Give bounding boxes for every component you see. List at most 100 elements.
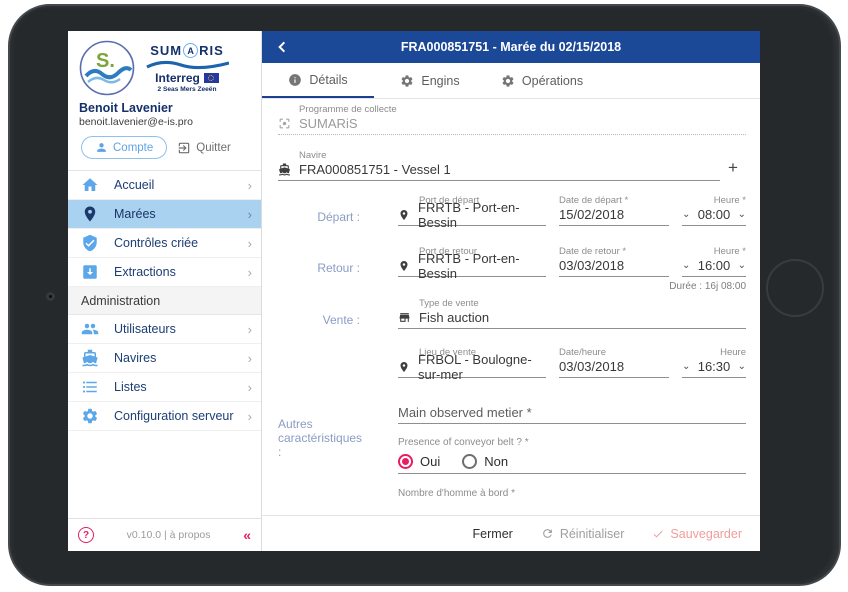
exit-icon	[177, 141, 191, 155]
gear-icon	[501, 74, 515, 88]
radio-selected-icon	[398, 453, 413, 469]
home-icon	[81, 176, 99, 194]
radio-unselected-icon	[462, 453, 478, 469]
account-button[interactable]: Compte	[81, 136, 168, 159]
tablet-camera	[46, 292, 55, 301]
person-icon	[95, 141, 108, 154]
sidebar-item-utilisateurs[interactable]: Utilisateurs ›	[68, 315, 261, 344]
chevron-down-icon[interactable]: ⌄	[738, 361, 746, 372]
wave-icon	[146, 60, 229, 70]
sumaris-logo: SUM A RIS Interreg 2 Seas Mers Zeeën	[141, 40, 233, 93]
check-icon	[652, 528, 664, 540]
gear-icon	[81, 407, 99, 425]
sidebar-item-listes[interactable]: Listes ›	[68, 373, 261, 402]
people-icon	[81, 320, 99, 338]
trip-form: Programme de collecte SUMARiS Navire FRA…	[262, 99, 760, 515]
app-screen: S. SUM A RIS Interreg 2 Seas Mers Zeeën …	[68, 31, 760, 551]
return-date-input[interactable]: 03/03/2018	[559, 257, 669, 277]
other-features-label: Autres caractéristiques :	[278, 417, 363, 459]
chevron-down-icon[interactable]: ⌄	[738, 209, 746, 220]
return-time-input[interactable]: ⌄ 16:00 ⌄	[682, 257, 746, 277]
focus-icon	[278, 117, 291, 130]
store-icon	[398, 311, 411, 324]
return-row: Retour : Port de retour FRRTB - Port-en-…	[278, 246, 746, 281]
sidebar: S. SUM A RIS Interreg 2 Seas Mers Zeeën …	[68, 31, 262, 551]
brand-text: RIS	[199, 43, 224, 58]
add-vessel-button[interactable]: +	[720, 158, 746, 181]
departure-time-input[interactable]: ⌄ 08:00 ⌄	[682, 206, 746, 226]
user-name: Benoit Lavenier	[79, 101, 173, 115]
logout-button[interactable]: Quitter	[175, 137, 233, 159]
profile-block: S. SUM A RIS Interreg 2 Seas Mers Zeeën …	[68, 31, 261, 170]
radio-oui[interactable]: Oui	[398, 453, 440, 469]
sale-place-input[interactable]: FRBOL - Boulogne-sur-mer	[398, 352, 546, 382]
departure-date-input[interactable]: 15/02/2018	[559, 206, 669, 226]
app-version[interactable]: v0.10.0 | à propos	[94, 529, 243, 541]
eu-flag-icon	[203, 73, 219, 83]
list-icon	[81, 378, 99, 396]
sidebar-item-controles-criee[interactable]: Contrôles criée ›	[68, 229, 261, 258]
help-icon[interactable]: ?	[78, 527, 94, 543]
sidebar-item-configuration-serveur[interactable]: Configuration serveur ›	[68, 402, 261, 431]
pin-icon	[398, 361, 410, 373]
sidebar-item-accueil[interactable]: Accueil ›	[68, 171, 261, 200]
page-title: FRA000851751 - Marée du 02/15/2018	[400, 40, 622, 54]
sale-date-input[interactable]: 03/03/2018	[559, 358, 669, 378]
chevron-right-icon: ›	[247, 264, 252, 280]
toolbar: FRA000851751 - Marée du 02/15/2018	[262, 31, 760, 63]
chevron-down-icon[interactable]: ⌄	[682, 209, 690, 220]
departure-row-label: Départ :	[317, 210, 360, 224]
tab-engins[interactable]: Engins	[374, 63, 486, 98]
chevron-down-icon[interactable]: ⌄	[738, 260, 746, 271]
gear-icon	[400, 74, 414, 88]
pin-icon	[398, 209, 410, 221]
sidebar-footer: ? v0.10.0 | à propos «	[68, 518, 261, 551]
save-button[interactable]: Sauvegarder	[652, 527, 742, 541]
sale-type-input[interactable]: Fish auction	[398, 309, 746, 329]
pin-icon	[398, 260, 410, 272]
user-email: benoit.lavenier@e-is.pro	[79, 116, 193, 128]
pin-icon	[81, 205, 99, 223]
crew-count-label: Nombre d'homme à bord *	[398, 488, 515, 499]
sidebar-item-extractions[interactable]: Extractions ›	[68, 258, 261, 287]
departure-port-input[interactable]: FRRTB - Port-en-Bessin	[398, 200, 546, 230]
other-features-row: Autres caractéristiques : Main observed …	[278, 404, 746, 499]
sidebar-menu: Accueil › Marées › Contrôles criée › Ext…	[68, 170, 261, 431]
back-chevron-icon	[278, 41, 286, 53]
brand-a-badge: A	[183, 43, 199, 58]
chevron-down-icon[interactable]: ⌄	[682, 361, 690, 372]
admin-section-header: Administration	[68, 287, 261, 315]
vessel-label: Navire	[299, 150, 327, 161]
return-row-label: Retour :	[317, 261, 360, 275]
interreg-label: Interreg	[155, 71, 200, 85]
tab-operations[interactable]: Opérations	[486, 63, 598, 98]
chevron-right-icon: ›	[247, 408, 252, 424]
sale-time-input[interactable]: ⌄ 16:30 ⌄	[682, 358, 746, 378]
tablet-ring-detail	[766, 259, 824, 317]
metier-input[interactable]: Main observed metier *	[398, 404, 746, 424]
chevron-right-icon: ›	[247, 321, 252, 337]
reset-button[interactable]: Réinitialiser	[541, 527, 624, 541]
info-icon	[288, 73, 302, 87]
sidebar-item-navires[interactable]: Navires ›	[68, 344, 261, 373]
close-button[interactable]: Fermer	[473, 527, 513, 541]
sale-type-row: Vente : Type de vente Fish auction	[278, 298, 746, 329]
sidebar-item-marees[interactable]: Marées ›	[68, 200, 261, 229]
chevron-down-icon[interactable]: ⌄	[682, 260, 690, 271]
tab-details[interactable]: Détails	[262, 63, 374, 98]
radio-non[interactable]: Non	[462, 453, 508, 469]
vessel-input[interactable]: FRA000851751 - Vessel 1	[278, 161, 720, 181]
boat-icon	[278, 163, 291, 176]
back-button[interactable]	[275, 31, 289, 63]
tab-bar: Détails Engins Opérations	[262, 63, 760, 99]
boat-icon	[81, 349, 99, 367]
collapse-sidebar-icon[interactable]: «	[243, 527, 251, 543]
departure-row: Départ : Port de départ FRRTB - Port-en-…	[278, 195, 746, 230]
program-label: Programme de collecte	[299, 104, 397, 115]
return-port-input[interactable]: FRRTB - Port-en-Bessin	[398, 251, 546, 281]
brand-tagline: 2 Seas Mers Zeeën	[157, 86, 217, 93]
refresh-icon	[541, 527, 554, 540]
sale-place-row: Lieu de vente FRBOL - Boulogne-sur-mer D…	[278, 347, 746, 382]
sale-row-label: Vente :	[322, 313, 360, 327]
chevron-right-icon: ›	[247, 177, 252, 193]
